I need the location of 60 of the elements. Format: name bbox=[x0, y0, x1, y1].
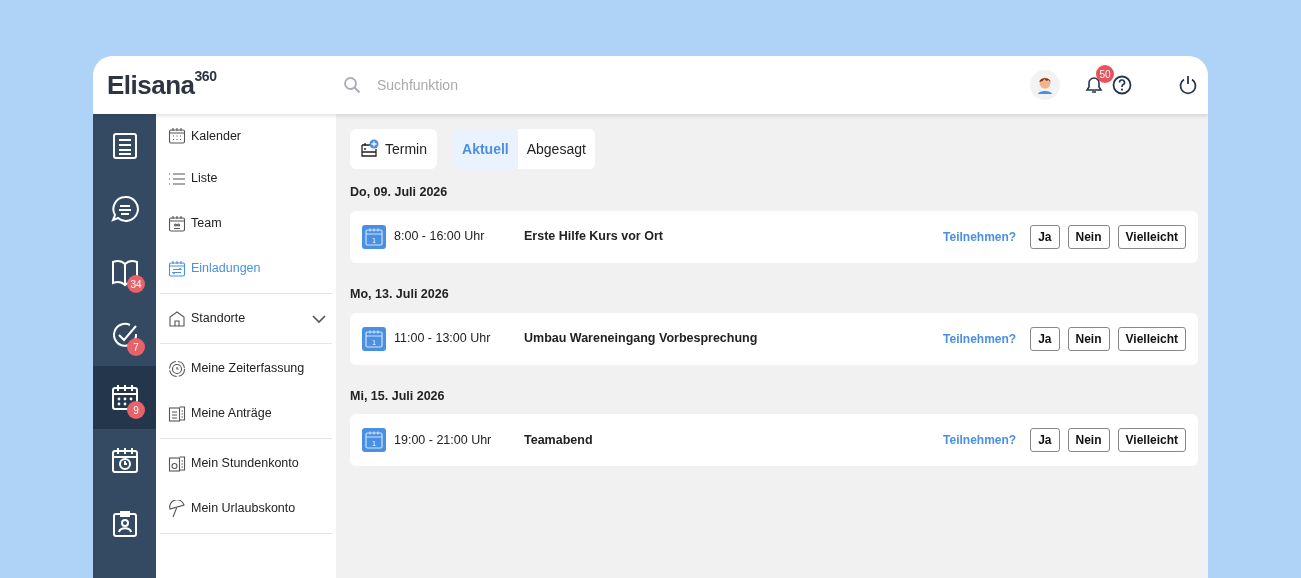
calendar-icon bbox=[168, 127, 186, 145]
calendar-arrows-icon bbox=[168, 259, 186, 278]
new-appointment-button[interactable]: Termin bbox=[350, 129, 437, 169]
event-time: 19:00 - 21:00 Uhr bbox=[394, 431, 493, 449]
answer-button[interactable]: Vielleicht bbox=[1117, 224, 1186, 249]
count-badge: 34 bbox=[127, 275, 145, 293]
avatar-icon[interactable] bbox=[1030, 70, 1060, 100]
calendar-clock-icon bbox=[109, 445, 140, 476]
menu-item-label: Mein Urlaubskonto bbox=[191, 500, 297, 518]
umbrella-icon bbox=[168, 499, 186, 518]
documents-icon bbox=[168, 404, 186, 423]
calendar-plus-icon bbox=[360, 139, 380, 159]
attend-question: Teilnehmen? bbox=[943, 432, 1017, 450]
house-icon bbox=[168, 309, 186, 328]
menu-item-label: Mein Stundenkonto bbox=[191, 455, 300, 473]
document-clock-icon bbox=[168, 454, 186, 473]
notification-count: 50 bbox=[1096, 65, 1114, 83]
answer-button[interactable]: Ja bbox=[1030, 326, 1060, 351]
date-heading: Mo, 13. Juli 2026 bbox=[350, 285, 450, 303]
event-title: Erste Hilfe Kurs vor Ort bbox=[524, 228, 664, 246]
menu-item-label: Standorte bbox=[191, 310, 247, 328]
menu-item[interactable]: Meine Zeiterfassung bbox=[160, 346, 332, 391]
menu-item-label: Meine Zeiterfassung bbox=[191, 360, 306, 378]
answer-button[interactable]: Vielleicht bbox=[1117, 326, 1186, 351]
count-badge: 9 bbox=[127, 401, 145, 419]
event-title: Umbau Wareneingang Vorbesprechung bbox=[524, 330, 759, 348]
calendar-icon bbox=[109, 382, 140, 413]
answer-button[interactable]: Vielleicht bbox=[1117, 428, 1186, 453]
count-badge: 7 bbox=[127, 338, 145, 356]
menu-item[interactable]: Mein Urlaubskonto bbox=[160, 486, 332, 531]
answer-button[interactable]: Ja bbox=[1030, 224, 1060, 249]
menu-item-label: Meine Anträge bbox=[191, 405, 273, 423]
chat-icon bbox=[109, 193, 140, 224]
menu-item-label: Kalender bbox=[191, 127, 243, 145]
attend-question: Teilnehmen? bbox=[943, 228, 1017, 246]
answer-button[interactable]: Ja bbox=[1030, 428, 1060, 453]
date-heading: Do, 09. Juli 2026 bbox=[350, 184, 449, 201]
menu-item[interactable]: Liste bbox=[160, 156, 332, 201]
attend-question: Teilnehmen? bbox=[943, 330, 1017, 348]
menu-item-label: Liste bbox=[191, 170, 219, 188]
clock-icon bbox=[168, 359, 186, 378]
help-icon[interactable] bbox=[1112, 75, 1132, 95]
menu-item[interactable]: Meine Anträge bbox=[160, 391, 332, 436]
answer-button[interactable]: Nein bbox=[1067, 428, 1110, 453]
answer-button[interactable]: Nein bbox=[1067, 224, 1110, 249]
event-time: 11:00 - 13:00 Uhr bbox=[394, 330, 492, 348]
event-title: Teamabend bbox=[524, 431, 594, 449]
menu-item[interactable]: Kalender bbox=[160, 116, 332, 156]
event-time: 8:00 - 16:00 Uhr bbox=[394, 228, 486, 246]
answer-button[interactable]: Nein bbox=[1067, 326, 1110, 351]
search-icon bbox=[343, 76, 361, 94]
menu-item-label: Einladungen bbox=[191, 260, 262, 278]
menu-item-label: Team bbox=[191, 215, 223, 233]
power-icon[interactable] bbox=[1178, 75, 1198, 95]
logo: Elisana$^{360}$ bbox=[107, 66, 218, 102]
menu-item[interactable]: Team bbox=[160, 201, 332, 246]
menu-item[interactable]: Standorte bbox=[160, 296, 332, 341]
date-heading: Mi, 15. Juli 2026 bbox=[350, 387, 446, 405]
calendar-people-icon bbox=[168, 214, 186, 233]
menu-item[interactable]: Mein Stundenkonto bbox=[160, 441, 332, 486]
